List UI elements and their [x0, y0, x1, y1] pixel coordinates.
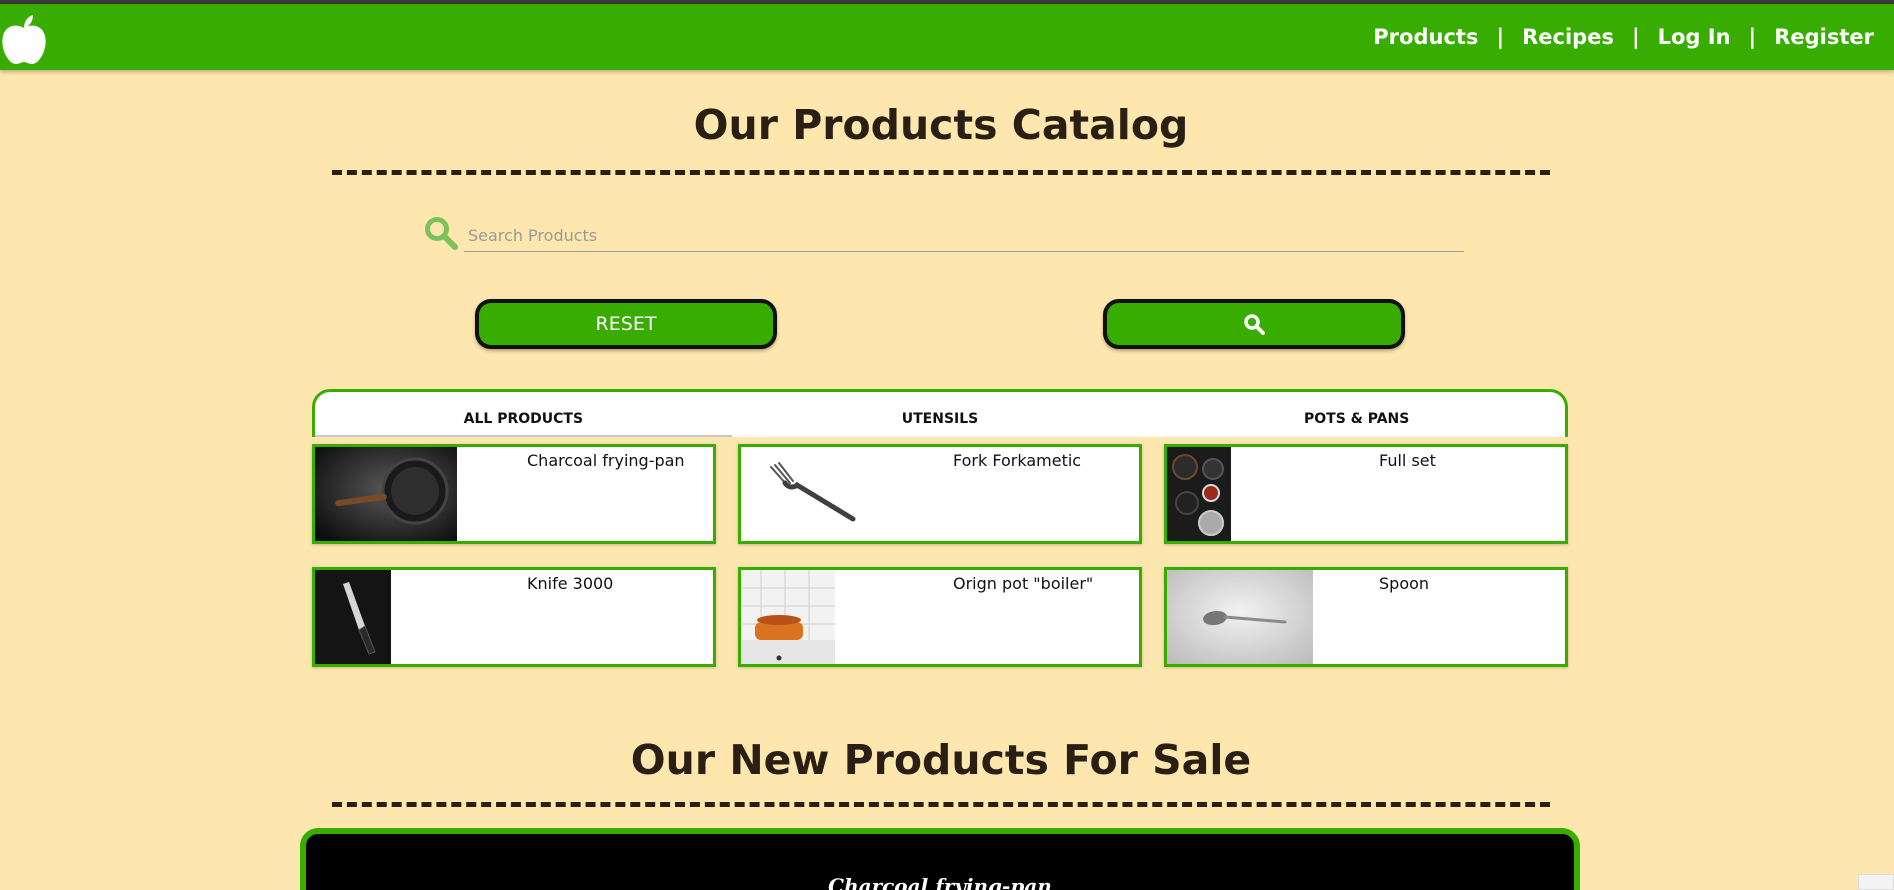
- apple-logo-icon[interactable]: [0, 12, 48, 66]
- search-input[interactable]: [464, 220, 1464, 252]
- search-icon: [425, 217, 458, 250]
- tab-pots-and-pans[interactable]: POTS & PANS: [1148, 392, 1565, 437]
- catalog-title: Our Products Catalog: [693, 101, 1189, 149]
- nav-login-link[interactable]: Log In: [1658, 25, 1731, 49]
- cookware-set-image: [1167, 447, 1231, 541]
- category-tabs: ALL PRODUCTS UTENSILS POTS & PANS: [312, 389, 1568, 437]
- product-name: Orign pot "boiler": [953, 574, 1094, 593]
- tab-utensils[interactable]: UTENSILS: [732, 392, 1149, 437]
- sale-carousel[interactable]: Charcoal frying-pan: [300, 828, 1580, 890]
- product-name: Knife 3000: [527, 574, 614, 593]
- sale-title-divider: [332, 802, 1550, 807]
- knife-image: [315, 570, 391, 664]
- nav-separator: |: [1631, 25, 1640, 49]
- orange-pot-image: [741, 570, 835, 664]
- frying-pan-image: [315, 447, 457, 541]
- search-button[interactable]: [1103, 299, 1405, 349]
- sale-title: Our New Products For Sale: [630, 736, 1252, 784]
- catalog-title-divider: [332, 170, 1550, 175]
- nav-products-link[interactable]: Products: [1373, 25, 1478, 49]
- nav-links: Products | Recipes | Log In | Register: [1373, 4, 1874, 70]
- product-card[interactable]: Fork Forkametic: [738, 444, 1142, 544]
- nav-recipes-link[interactable]: Recipes: [1522, 25, 1614, 49]
- product-card[interactable]: Charcoal frying-pan: [312, 444, 716, 544]
- product-card[interactable]: Orign pot "boiler": [738, 567, 1142, 667]
- tab-all-products[interactable]: ALL PRODUCTS: [315, 392, 732, 437]
- sale-featured-name: Charcoal frying-pan: [828, 874, 1052, 890]
- nav-register-link[interactable]: Register: [1774, 25, 1874, 49]
- nav-separator: |: [1496, 25, 1505, 49]
- reset-button[interactable]: RESET: [475, 299, 777, 349]
- product-name: Spoon: [1379, 574, 1430, 593]
- fork-image: [741, 447, 861, 541]
- product-name: Charcoal frying-pan: [527, 451, 685, 470]
- product-name: Full set: [1379, 451, 1436, 470]
- product-card[interactable]: Knife 3000: [312, 567, 716, 667]
- recaptcha-badge[interactable]: [1858, 874, 1894, 890]
- spoon-image: [1167, 570, 1313, 664]
- nav-separator: |: [1748, 25, 1757, 49]
- search-bar: [424, 212, 1464, 256]
- search-icon: [1244, 314, 1265, 335]
- navbar: Products | Recipes | Log In | Register: [0, 4, 1894, 70]
- product-card[interactable]: Full set: [1164, 444, 1568, 544]
- product-name: Fork Forkametic: [953, 451, 1082, 470]
- product-card[interactable]: Spoon: [1164, 567, 1568, 667]
